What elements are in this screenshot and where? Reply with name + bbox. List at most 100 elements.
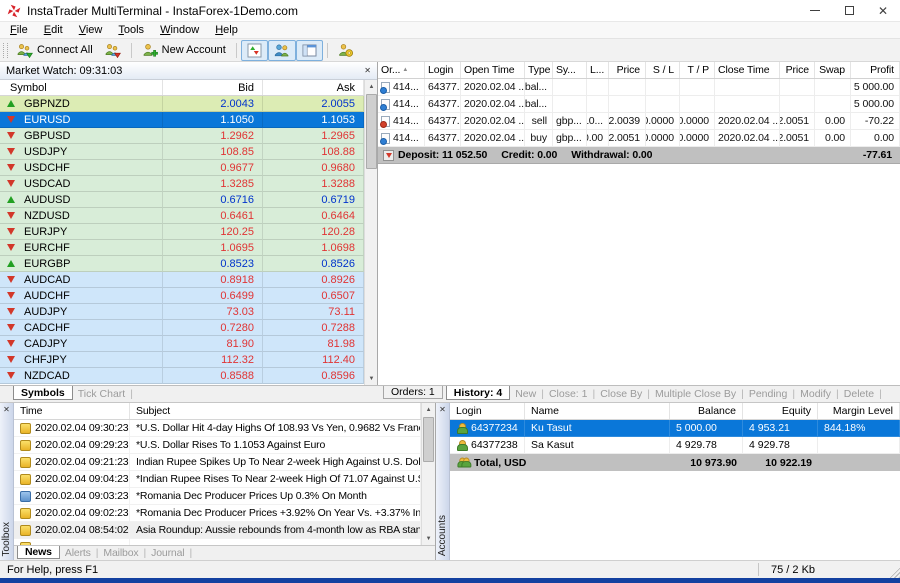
market-watch-row-usdchf[interactable]: USDCHF0.96770.9680 [0, 160, 364, 176]
market-watch-scrollbar[interactable]: ▲ ▼ [364, 80, 377, 385]
market-watch-caption[interactable]: Market Watch: 09:31:03 ✕ [0, 62, 377, 80]
tab-journal[interactable]: Journal [146, 546, 189, 560]
market-watch-row-audusd[interactable]: AUDUSD0.67160.6719 [0, 192, 364, 208]
scroll-down-icon[interactable]: ▼ [365, 372, 377, 385]
close-button[interactable]: ✕ [866, 0, 900, 21]
close-panel-icon[interactable]: ✕ [364, 67, 371, 75]
news-row[interactable]: 2020.02.04 09:03:23*Romania Dec Producer… [14, 488, 421, 505]
scrollbar-thumb[interactable] [423, 417, 434, 462]
tab-modify[interactable]: Modify [795, 386, 836, 402]
connect-all-button[interactable]: Connect All [11, 40, 99, 61]
market-watch-row-gbpnzd[interactable]: GBPNZD2.00432.0055 [0, 96, 364, 112]
history-summary-row[interactable]: Deposit: 11 052.50 Credit: 0.00 Withdraw… [378, 147, 900, 164]
tab-new[interactable]: New [510, 386, 541, 402]
market-watch-row-eurjpy[interactable]: EURJPY120.25120.28 [0, 224, 364, 240]
menu-item-window[interactable]: Window [152, 24, 207, 36]
column-header-ask[interactable]: Ask [263, 80, 364, 95]
resize-grip[interactable] [887, 565, 900, 578]
history-row[interactable]: 414...64377...2020.02.04 ...bal...5 000.… [378, 79, 900, 96]
tab-alerts[interactable]: Alerts [60, 546, 96, 560]
market-watch-row-nzdusd[interactable]: NZDUSD0.64610.6464 [0, 208, 364, 224]
accounts-caption-strip[interactable]: ✕ Accounts [436, 403, 450, 560]
accounts-column-header-0[interactable]: Login [450, 403, 525, 419]
news-row[interactable]: 2020.02.04 09:30:23*U.S. Dollar Hit 4-da… [14, 420, 421, 437]
tab-close-1[interactable]: Close: 1 [544, 386, 593, 402]
tab-tick-chart[interactable]: Tick Chart [73, 386, 130, 402]
accounts-column-header-1[interactable]: Name [525, 403, 670, 419]
scroll-up-icon[interactable]: ▲ [422, 403, 435, 416]
column-header-subject[interactable]: Subject [130, 403, 421, 419]
tab-close-by[interactable]: Close By [595, 386, 647, 402]
history-column-header-4[interactable]: Sy... [553, 62, 587, 78]
history-row[interactable]: 414...64377...2020.02.04 ...bal...5 000.… [378, 96, 900, 113]
account-row-64377234[interactable]: 64377234Ku Tasut5 000.004 953.21844.18% [450, 420, 900, 437]
maximize-button[interactable] [832, 0, 866, 21]
tab-symbols[interactable]: Symbols [13, 386, 73, 400]
market-watch-row-usdjpy[interactable]: USDJPY108.85108.88 [0, 144, 364, 160]
tab-mailbox[interactable]: Mailbox [98, 546, 143, 560]
new-account-button[interactable]: New Account [136, 40, 232, 61]
history-column-header-12[interactable]: Profit [851, 62, 900, 78]
close-panel-icon[interactable]: ✕ [439, 406, 446, 414]
menu-item-file[interactable]: File [2, 24, 36, 36]
history-column-header-7[interactable]: S / L [646, 62, 680, 78]
toolbox-caption-strip[interactable]: ✕ Toolbox [0, 403, 14, 560]
history-column-header-3[interactable]: Type [525, 62, 553, 78]
history-column-header-5[interactable]: L... [587, 62, 609, 78]
scrollbar-thumb[interactable] [366, 94, 377, 169]
menu-item-edit[interactable]: Edit [36, 24, 71, 36]
tab-multiple-close-by[interactable]: Multiple Close By [650, 386, 741, 402]
accounts-column-header-3[interactable]: Equity [743, 403, 818, 419]
news-row[interactable]: 2020.02.04 09:04:23*Indian Rupee Rises T… [14, 471, 421, 488]
news-row[interactable]: 2020.02.04 09:02:23*Romania Dec Producer… [14, 505, 421, 522]
title-bar[interactable]: InstaTrader MultiTerminal - InstaForex-1… [0, 0, 900, 22]
market-watch-row-gbpusd[interactable]: GBPUSD1.29621.2965 [0, 128, 364, 144]
market-watch-row-nzdcad[interactable]: NZDCAD0.85880.8596 [0, 368, 364, 384]
accounts-column-header-2[interactable]: Balance [670, 403, 743, 419]
disconnect-all-button[interactable] [99, 40, 127, 61]
market-watch-row-audjpy[interactable]: AUDJPY73.0373.11 [0, 304, 364, 320]
market-watch-row-usdcad[interactable]: USDCAD1.32851.3288 [0, 176, 364, 192]
tab-news[interactable]: News [17, 546, 60, 559]
tab-delete[interactable]: Delete [839, 386, 879, 402]
toolbar-drag-handle[interactable] [3, 43, 8, 58]
history-column-header-8[interactable]: T / P [680, 62, 715, 78]
tab-history-4[interactable]: History: 4 [446, 386, 510, 400]
news-row[interactable]: 2020.02.04 09:29:23*U.S. Dollar Rises To… [14, 437, 421, 454]
market-watch-row-cadjpy[interactable]: CADJPY81.9081.98 [0, 336, 364, 352]
market-watch-row-audchf[interactable]: AUDCHF0.64990.6507 [0, 288, 364, 304]
close-panel-icon[interactable]: ✕ [3, 406, 10, 414]
tab-pending[interactable]: Pending [744, 386, 793, 402]
menu-item-view[interactable]: View [71, 24, 111, 36]
news-scrollbar[interactable]: ▲ ▼ [421, 403, 435, 545]
history-column-header-2[interactable]: Open Time [461, 62, 525, 78]
scroll-up-icon[interactable]: ▲ [365, 80, 377, 93]
history-column-header-10[interactable]: Price [780, 62, 815, 78]
history-column-header-6[interactable]: Price [609, 62, 646, 78]
market-watch-row-eurgbp[interactable]: EURGBP0.85230.8526 [0, 256, 364, 272]
history-column-header-9[interactable]: Close Time [715, 62, 780, 78]
scroll-down-icon[interactable]: ▼ [422, 532, 435, 545]
history-row[interactable]: 414...64377...2020.02.04 ...sellgbp...10… [378, 113, 900, 130]
market-watch-row-cadchf[interactable]: CADCHF0.72800.7288 [0, 320, 364, 336]
news-row[interactable]: 2020.02.04 09:21:23Indian Rupee Spikes U… [14, 454, 421, 471]
navigator-toggle-button[interactable] [296, 40, 323, 61]
market-watch-row-eurchf[interactable]: EURCHF1.06951.0698 [0, 240, 364, 256]
market-watch-toggle-button[interactable] [241, 40, 268, 61]
options-button[interactable] [332, 40, 360, 61]
minimize-button[interactable] [798, 0, 832, 21]
market-watch-row-audcad[interactable]: AUDCAD0.89180.8926 [0, 272, 364, 288]
account-row-64377238[interactable]: 64377238Sa Kasut4 929.784 929.78 [450, 437, 900, 454]
accounts-column-header-4[interactable]: Margin Level [818, 403, 900, 419]
menu-item-tools[interactable]: Tools [110, 24, 152, 36]
tab-orders-1[interactable]: Orders: 1 [383, 386, 443, 399]
history-column-header-1[interactable]: Login [425, 62, 461, 78]
history-column-header-0[interactable]: Or...▲ [378, 62, 425, 78]
column-header-time[interactable]: Time [14, 403, 130, 419]
menu-item-help[interactable]: Help [207, 24, 246, 36]
market-watch-row-eurusd[interactable]: EURUSD1.10501.1053 [0, 112, 364, 128]
market-watch-row-chfjpy[interactable]: CHFJPY112.32112.40 [0, 352, 364, 368]
history-row[interactable]: 414...64377...2020.02.04 ...buygbp...0.0… [378, 130, 900, 147]
history-column-header-11[interactable]: Swap [815, 62, 851, 78]
news-row[interactable]: 2020.02.04 08:54:02Asia Roundup: Aussie … [14, 522, 421, 539]
